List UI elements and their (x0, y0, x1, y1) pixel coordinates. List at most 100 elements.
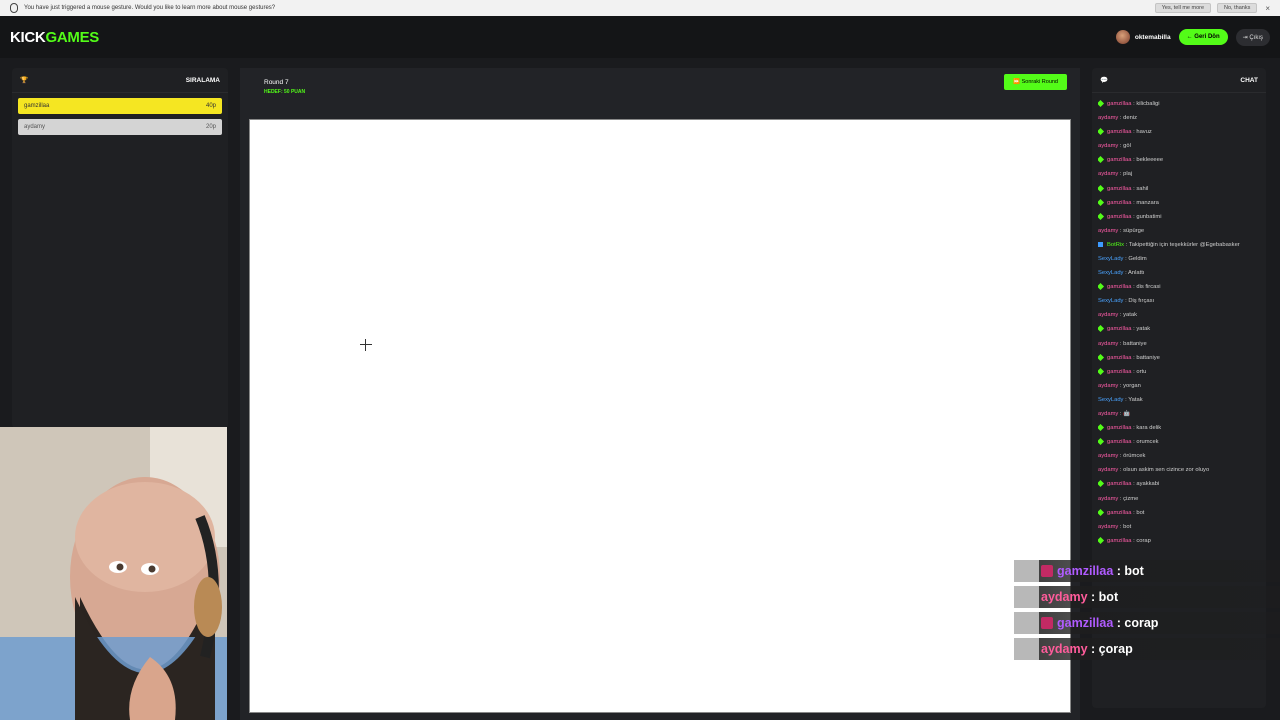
chat-username[interactable]: gamzillaa (1107, 510, 1132, 516)
chat-message: aydamy : deniz (1098, 115, 1138, 122)
chat-message: gamzillaa : kilicbaligi (1098, 97, 1260, 111)
subscriber-badge-icon (1041, 617, 1053, 629)
chat-text: yatak (1136, 326, 1151, 333)
chat-username[interactable]: gamzillaa (1107, 129, 1132, 135)
chat-username[interactable]: SexyLady (1098, 256, 1123, 262)
chat-message: gamzillaa : yatak (1098, 322, 1260, 336)
chat-username[interactable]: aydamy (1098, 171, 1118, 177)
chat-text: dis fircasi (1136, 284, 1161, 291)
chat-text: bot (1136, 509, 1145, 516)
chat-message: aydamy : çizme (1098, 495, 1139, 502)
chat-text: 🤖 (1123, 410, 1131, 417)
chat-text: Takipettiğin için teşekkürler @Egebabask… (1128, 241, 1240, 248)
drawing-canvas[interactable] (249, 119, 1071, 713)
chat-username[interactable]: aydamy (1098, 228, 1118, 234)
chat-message: gamzillaa : gunbatimi (1098, 210, 1260, 224)
overlay-text: : çorap (1087, 642, 1133, 656)
gesture-notification-bar: You have just triggered a mouse gesture.… (0, 0, 1280, 16)
chat-message: aydamy : yorgan (1098, 382, 1141, 389)
chat-username[interactable]: BotRix (1107, 242, 1124, 248)
chat-username[interactable]: gamzillaa (1107, 186, 1132, 192)
logout-label: Çıkış (1249, 34, 1263, 41)
overlay-tag (1014, 638, 1039, 660)
subscriber-badge-icon (1098, 508, 1105, 516)
chat-username[interactable]: gamzillaa (1107, 157, 1132, 163)
chat-username[interactable]: aydamy (1098, 411, 1118, 417)
chat-text: kara delik (1136, 425, 1162, 432)
yes-tell-me-more-button[interactable]: Yes, tell me more (1154, 3, 1212, 13)
chat-title: CHAT (1240, 76, 1258, 84)
site-header: KICKGAMES oktemabilla ← Geri Dön ⇥ Çıkış (0, 16, 1280, 58)
chat-username[interactable]: aydamy (1098, 467, 1118, 473)
chat-text: Diş fırçası (1128, 298, 1155, 305)
chat-username[interactable]: gamzillaa (1107, 214, 1132, 220)
crosshair-cursor-icon (360, 339, 372, 351)
subscriber-badge-icon (1098, 480, 1105, 488)
webcam-feed (0, 427, 227, 720)
chat-username[interactable]: gamzillaa (1107, 355, 1132, 361)
leaderboard-row: aydamy 20p (18, 119, 222, 135)
chat-message-list[interactable]: gamzillaa : kilicbaligi aydamy : deniz gam… (1092, 93, 1266, 552)
username: oktemabilla (1134, 33, 1171, 41)
close-icon[interactable]: × (1265, 4, 1270, 13)
player-name: aydamy (24, 124, 46, 130)
chat-username[interactable]: SexyLady (1098, 270, 1123, 276)
chat-username[interactable]: gamzillaa (1107, 369, 1132, 375)
chat-text: beklееееe (1136, 157, 1164, 164)
subscriber-badge-icon (1098, 325, 1105, 333)
chat-message: gamzillaa : manzara (1098, 196, 1260, 210)
chat-message: aydamy : bot (1098, 523, 1132, 530)
chat-username[interactable]: gamzillaa (1107, 439, 1132, 445)
chat-text: çizme (1123, 495, 1139, 502)
chat-text: battaniye (1123, 340, 1147, 347)
chat-username[interactable]: aydamy (1098, 341, 1118, 347)
subscriber-badge-icon (1098, 438, 1105, 446)
chat-text: olsun askim sen cizince zor oluyo (1123, 467, 1210, 474)
logout-button[interactable]: ⇥ Çıkış (1235, 28, 1270, 46)
chat-username[interactable]: aydamy (1098, 453, 1118, 459)
chat-text: Geldim (1128, 255, 1147, 262)
chat-username[interactable]: gamzillaa (1107, 425, 1132, 431)
chat-text: sahil (1136, 185, 1149, 192)
mouse-icon (10, 3, 18, 13)
no-thanks-button[interactable]: No, thanks (1217, 3, 1258, 13)
chat-username[interactable]: gamzillaa (1107, 326, 1132, 332)
chat-message: SexyLady : Geldim (1098, 255, 1147, 262)
chat-username[interactable]: gamzillaa (1107, 200, 1132, 206)
logo-kick: KICK (10, 28, 46, 46)
chat-username[interactable]: SexyLady (1098, 397, 1123, 403)
chat-username[interactable]: aydamy (1098, 115, 1118, 121)
chat-text: manzara (1136, 199, 1159, 206)
chat-username[interactable]: gamzillaa (1107, 481, 1132, 487)
player-name: gamzillaa (24, 103, 50, 109)
chat-text: plaj (1123, 171, 1133, 178)
subscriber-badge-icon (1098, 536, 1105, 544)
player-score: 20p (205, 124, 216, 130)
chat-username[interactable]: aydamy (1098, 496, 1118, 502)
chat-text: süpürge (1123, 227, 1145, 234)
chat-message: aydamy : süpürge (1098, 227, 1145, 234)
chat-username[interactable]: gamzillaa (1107, 538, 1132, 544)
chat-username[interactable]: gamzillaa (1107, 101, 1132, 107)
chat-bubble-icon: 💬 (1100, 77, 1109, 84)
overlay-username: gamzillaa (1057, 564, 1114, 578)
chat-message: gamzillaa : dis fircasi (1098, 280, 1260, 294)
chat-username[interactable]: gamzillaa (1107, 284, 1132, 290)
back-button[interactable]: ← Geri Dön (1178, 29, 1228, 45)
subscriber-badge-icon (1041, 565, 1053, 577)
next-round-button[interactable]: ⏩ Sonraki Round (1004, 74, 1067, 90)
chat-username[interactable]: aydamy (1098, 383, 1118, 389)
kickgames-logo[interactable]: KICKGAMES (10, 29, 99, 46)
chat-message: gamzillaa : ayakkabi (1098, 477, 1260, 491)
user-profile[interactable]: oktemabilla (1115, 30, 1171, 44)
chat-username[interactable]: aydamy (1098, 143, 1118, 149)
target-score-label: HEDEF: 50 PUAN (264, 89, 306, 95)
chat-username[interactable]: aydamy (1098, 312, 1118, 318)
chat-username[interactable]: aydamy (1098, 524, 1118, 530)
chat-text: bot (1123, 523, 1132, 530)
chat-message: SexyLady : Diş fırçası (1098, 298, 1155, 305)
overlay-username: aydamy (1041, 590, 1088, 604)
chat-text: kilicbaligi (1136, 101, 1160, 107)
chat-username[interactable]: SexyLady (1098, 298, 1123, 304)
chat-message: aydamy : battaniye (1098, 340, 1147, 347)
